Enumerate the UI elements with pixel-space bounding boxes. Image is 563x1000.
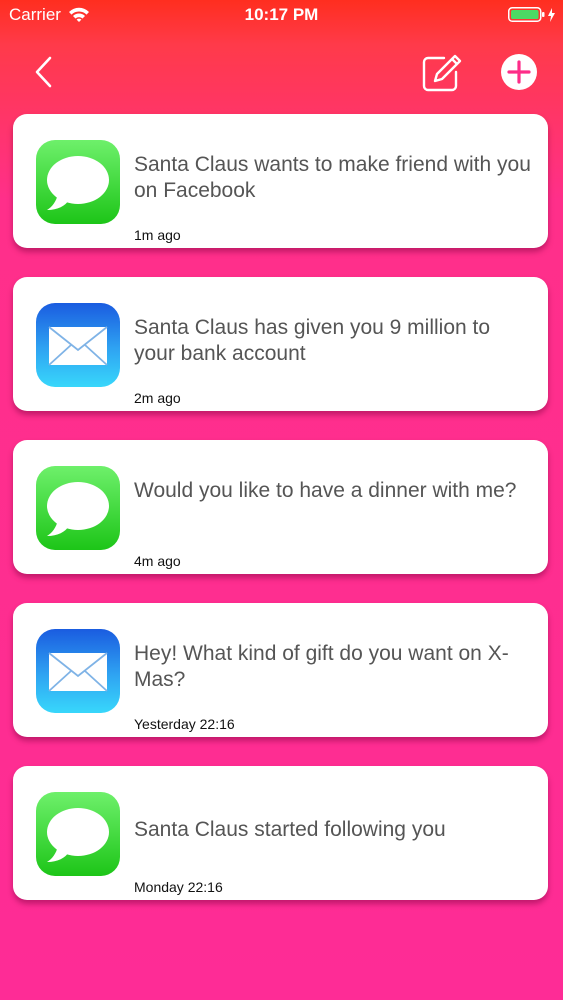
battery-charging-icon (508, 7, 558, 28)
status-bar: Carrier 10:17 PM (0, 0, 563, 30)
notification-card[interactable]: Santa Claus started following you Monday… (13, 766, 548, 900)
status-time: 10:17 PM (244, 5, 319, 24)
notification-message: Santa Claus has given you 9 million to y… (134, 316, 491, 365)
compose-button[interactable] (420, 52, 462, 94)
messages-app-icon (36, 140, 120, 224)
notification-card[interactable]: Hey! What kind of gift do you want on X-… (13, 603, 548, 737)
notification-list: Santa Claus wants to make friend with yo… (13, 114, 550, 929)
navigation-bar (0, 40, 563, 104)
compose-icon (422, 54, 462, 92)
notification-message: Santa Claus wants to make friend with yo… (134, 153, 531, 202)
notification-timestamp: 2m ago (134, 390, 181, 406)
notification-message: Santa Claus started following you (134, 818, 446, 841)
messages-app-icon (36, 792, 120, 876)
add-button[interactable] (500, 53, 538, 91)
chevron-left-icon (35, 56, 52, 88)
notification-timestamp: Monday 22:16 (134, 879, 223, 895)
mail-app-icon (36, 303, 120, 387)
messages-app-icon (36, 466, 120, 550)
notification-timestamp: 1m ago (134, 227, 181, 243)
notification-card[interactable]: Would you like to have a dinner with me?… (13, 440, 548, 574)
back-button[interactable] (30, 54, 60, 90)
notification-message: Hey! What kind of gift do you want on X-… (134, 642, 509, 691)
notification-card[interactable]: Santa Claus has given you 9 million to y… (13, 277, 548, 411)
notification-card[interactable]: Santa Claus wants to make friend with yo… (13, 114, 548, 248)
mail-app-icon (36, 629, 120, 713)
notification-timestamp: Yesterday 22:16 (134, 716, 235, 732)
notification-message: Would you like to have a dinner with me? (134, 479, 517, 502)
notification-timestamp: 4m ago (134, 553, 181, 569)
plus-circle-icon (501, 54, 537, 90)
